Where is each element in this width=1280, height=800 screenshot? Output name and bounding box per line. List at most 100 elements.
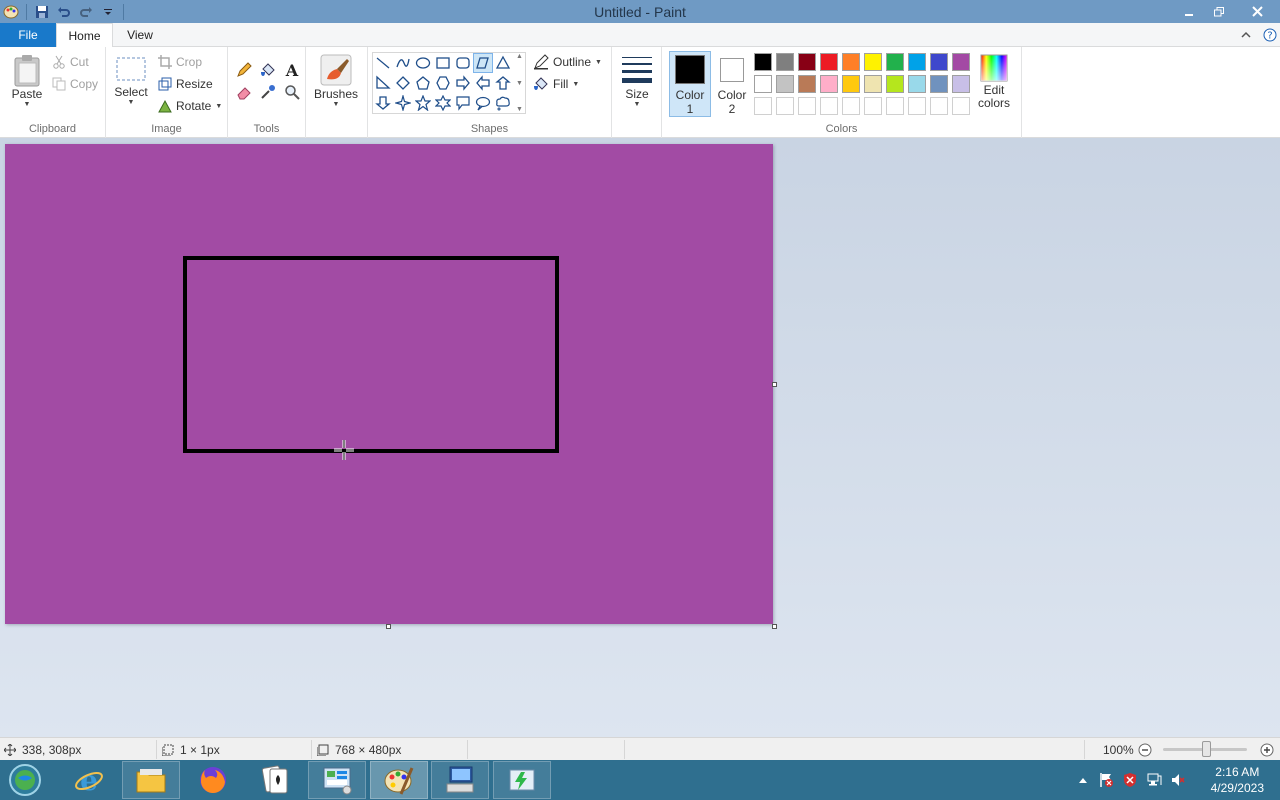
palette-swatch[interactable] — [842, 53, 860, 71]
start-button[interactable] — [6, 762, 44, 798]
pencil-icon[interactable] — [232, 59, 256, 81]
taskbar-app-green[interactable] — [493, 761, 551, 799]
shapes-scroll-up-icon[interactable]: ▲ — [516, 53, 523, 60]
rounded-rectangle-shape-icon[interactable] — [453, 53, 473, 73]
taskbar-control-panel[interactable] — [308, 761, 366, 799]
rectangle-shape-icon[interactable] — [433, 53, 453, 73]
up-arrow-shape-icon[interactable] — [493, 73, 513, 93]
custom-color-slot[interactable] — [842, 97, 860, 115]
palette-swatch[interactable] — [776, 75, 794, 93]
taskbar-remote-desktop[interactable] — [431, 761, 489, 799]
palette-swatch[interactable] — [820, 75, 838, 93]
show-hidden-icons-button[interactable] — [1076, 776, 1090, 784]
tab-view[interactable]: View — [118, 23, 162, 47]
rotate-button[interactable]: Rotate ▼ — [158, 97, 222, 115]
custom-color-slot[interactable] — [930, 97, 948, 115]
color-picker-icon[interactable] — [256, 81, 280, 103]
oval-shape-icon[interactable] — [413, 53, 433, 73]
custom-color-slot[interactable] — [820, 97, 838, 115]
security-alert-icon[interactable] — [1118, 772, 1142, 788]
tab-home[interactable]: Home — [56, 23, 113, 48]
custom-color-slot[interactable] — [754, 97, 772, 115]
drawing-canvas[interactable] — [5, 144, 773, 624]
color1-button[interactable]: Color 1 — [669, 51, 711, 117]
curve-shape-icon[interactable] — [393, 53, 413, 73]
minimize-button[interactable] — [1174, 0, 1204, 23]
resize-button[interactable]: Resize — [158, 75, 213, 93]
taskbar-firefox[interactable] — [184, 761, 242, 799]
palette-swatch[interactable] — [754, 53, 772, 71]
taskbar-clock[interactable]: 2:16 AM 4/29/2023 — [1211, 764, 1264, 796]
size-button[interactable]: Size ▼ — [618, 53, 656, 108]
paste-button[interactable]: Paste ▼ — [8, 53, 46, 108]
down-arrow-shape-icon[interactable] — [373, 93, 393, 113]
volume-muted-icon[interactable] — [1166, 772, 1190, 788]
resize-handle-bottom[interactable] — [386, 624, 391, 629]
resize-handle-right[interactable] — [772, 382, 777, 387]
diamond-shape-icon[interactable] — [393, 73, 413, 93]
oval-callout-shape-icon[interactable] — [473, 93, 493, 113]
network-icon[interactable] — [1142, 772, 1166, 788]
six-point-star-shape-icon[interactable] — [433, 93, 453, 113]
palette-swatch[interactable] — [952, 53, 970, 71]
right-triangle-shape-icon[interactable] — [373, 73, 393, 93]
rectangle-callout-shape-icon[interactable] — [453, 93, 473, 113]
help-icon[interactable]: ? — [1262, 27, 1278, 43]
palette-swatch[interactable] — [952, 75, 970, 93]
fill-bucket-icon[interactable] — [256, 59, 280, 81]
cloud-callout-shape-icon[interactable] — [493, 93, 513, 113]
custom-color-slot[interactable] — [908, 97, 926, 115]
custom-color-slot[interactable] — [952, 97, 970, 115]
taskbar-internet-explorer[interactable]: e — [60, 761, 118, 799]
color2-button[interactable]: Color 2 — [712, 51, 752, 117]
palette-swatch[interactable] — [908, 53, 926, 71]
custom-color-slot[interactable] — [864, 97, 882, 115]
line-shape-icon[interactable] — [373, 53, 393, 73]
zoom-in-button[interactable] — [1260, 741, 1274, 758]
polygon-shape-icon[interactable] — [473, 53, 493, 73]
minimize-ribbon-icon[interactable] — [1238, 27, 1254, 43]
edit-colors-button[interactable]: Edit colors — [972, 53, 1016, 110]
palette-swatch[interactable] — [864, 53, 882, 71]
copy-button[interactable]: Copy — [52, 75, 98, 93]
crop-button[interactable]: Crop — [158, 53, 202, 71]
taskbar-paint[interactable] — [370, 761, 428, 799]
left-arrow-shape-icon[interactable] — [473, 73, 493, 93]
outline-button[interactable]: Outline ▼ — [533, 53, 602, 71]
canvas-workspace[interactable] — [0, 138, 1280, 737]
palette-swatch[interactable] — [798, 75, 816, 93]
taskbar-solitaire[interactable] — [246, 761, 304, 799]
palette-swatch[interactable] — [886, 53, 904, 71]
resize-handle-corner[interactable] — [772, 624, 777, 629]
five-point-star-shape-icon[interactable] — [413, 93, 433, 113]
zoom-slider-thumb[interactable] — [1202, 741, 1211, 757]
magnifier-icon[interactable] — [280, 81, 304, 103]
pentagon-shape-icon[interactable] — [413, 73, 433, 93]
custom-color-slot[interactable] — [798, 97, 816, 115]
tab-file[interactable]: File — [0, 23, 56, 47]
brushes-button[interactable]: Brushes ▼ — [314, 53, 358, 108]
select-button[interactable]: Select ▼ — [113, 55, 149, 106]
palette-swatch[interactable] — [908, 75, 926, 93]
palette-swatch[interactable] — [886, 75, 904, 93]
restore-button[interactable] — [1204, 0, 1234, 23]
text-icon[interactable]: A — [280, 59, 304, 81]
drawn-rectangle[interactable] — [183, 256, 559, 453]
eraser-icon[interactable] — [232, 81, 256, 103]
palette-swatch[interactable] — [754, 75, 772, 93]
custom-color-slot[interactable] — [886, 97, 904, 115]
hexagon-shape-icon[interactable] — [433, 73, 453, 93]
palette-swatch[interactable] — [930, 75, 948, 93]
cut-button[interactable]: Cut — [52, 53, 89, 71]
fill-button[interactable]: Fill ▼ — [533, 75, 579, 93]
palette-swatch[interactable] — [930, 53, 948, 71]
taskbar-file-explorer[interactable] — [122, 761, 180, 799]
shapes-scroll-down-icon[interactable]: ▼ — [516, 80, 523, 87]
palette-swatch[interactable] — [864, 75, 882, 93]
palette-swatch[interactable] — [798, 53, 816, 71]
close-button[interactable] — [1234, 0, 1280, 23]
action-center-flag-icon[interactable] — [1094, 772, 1118, 788]
custom-color-slot[interactable] — [776, 97, 794, 115]
palette-swatch[interactable] — [842, 75, 860, 93]
four-point-star-shape-icon[interactable] — [393, 93, 413, 113]
